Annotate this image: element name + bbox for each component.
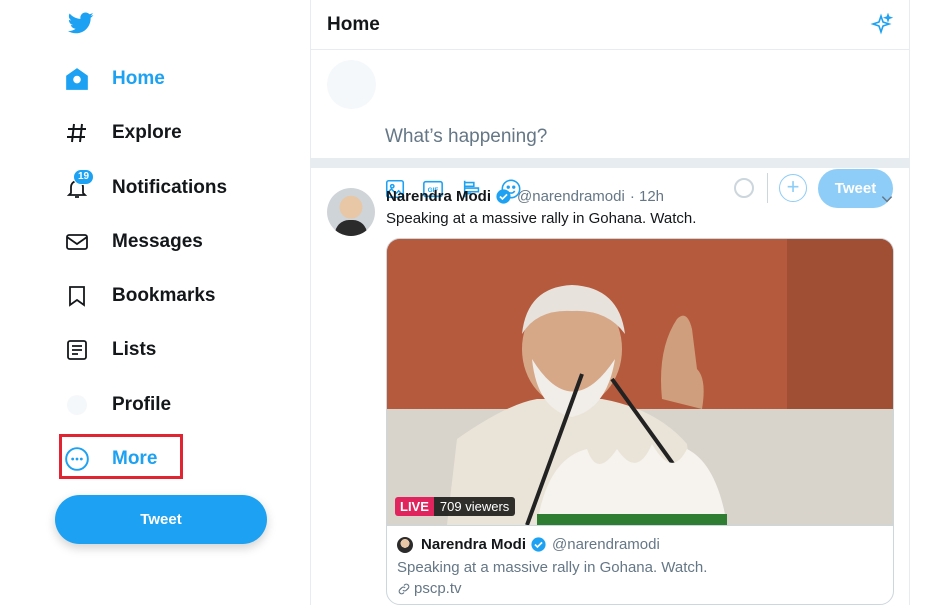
list-icon — [60, 333, 94, 367]
nav-bookmarks-label: Bookmarks — [112, 285, 216, 306]
card-link[interactable]: pscp.tv — [397, 580, 885, 597]
highlight-box — [59, 434, 183, 479]
chevron-down-icon[interactable] — [880, 192, 894, 206]
media-card[interactable]: LIVE 709 viewers Narendra Modi @narendra… — [386, 238, 894, 605]
link-icon — [398, 583, 410, 594]
nav-bookmarks[interactable]: Bookmarks — [60, 276, 216, 316]
bell-icon: 19 — [60, 169, 95, 205]
tweet-time[interactable]: · 12h — [630, 188, 664, 205]
card-author-handle: @narendramodi — [552, 536, 660, 553]
nav-explore[interactable]: Explore — [60, 113, 182, 153]
envelope-icon — [60, 225, 94, 259]
twitter-logo-icon[interactable] — [66, 10, 96, 36]
live-video[interactable]: LIVE 709 viewers — [387, 239, 893, 525]
notifications-badge: 19 — [73, 169, 95, 185]
nav-lists-label: Lists — [112, 339, 157, 360]
home-icon — [60, 62, 94, 96]
viewers-count: 709 viewers — [433, 497, 516, 516]
verified-badge-icon — [531, 537, 546, 552]
sidebar-tweet-button[interactable]: Tweet — [55, 495, 267, 544]
nav-profile[interactable]: Profile — [60, 385, 171, 425]
tweet-composer: What’s happening? GIF + Tweet — [311, 50, 909, 208]
nav-lists[interactable]: Lists — [60, 330, 156, 370]
nav-notifications-label: Notifications — [112, 177, 228, 198]
verified-badge-icon — [496, 189, 511, 204]
nav-home[interactable]: Home — [60, 59, 165, 99]
nav-messages-label: Messages — [112, 231, 203, 252]
card-author-name: Narendra Modi — [421, 536, 527, 553]
main-column: Home What’s happening? GIF + Tweet Naren… — [310, 0, 910, 605]
tweet-author-name[interactable]: Narendra Modi — [386, 188, 491, 205]
card-link-text: pscp.tv — [414, 580, 462, 597]
card-author: Narendra Modi @narendramodi — [397, 536, 885, 553]
video-frame-image — [387, 239, 893, 525]
nav-explore-label: Explore — [112, 122, 182, 143]
nav-notifications[interactable]: 19 Notifications — [60, 168, 227, 208]
nav-profile-label: Profile — [112, 394, 172, 415]
live-indicator: LIVE 709 viewers — [395, 497, 516, 516]
live-label: LIVE — [395, 497, 434, 516]
tweet[interactable]: Narendra Modi @narendramodi · 12h Speaki… — [311, 178, 910, 605]
left-nav: Home Explore 19 Notifications Messages B… — [0, 0, 311, 605]
header: Home — [311, 0, 909, 50]
card-text: Speaking at a massive rally in Gohana. W… — [397, 559, 708, 576]
hashtag-icon — [60, 116, 94, 150]
avatar — [327, 60, 376, 109]
tweet-text: Speaking at a massive rally in Gohana. W… — [386, 210, 697, 227]
profile-avatar-icon — [60, 388, 94, 422]
card-info[interactable]: Narendra Modi @narendramodi Speaking at … — [387, 525, 893, 604]
tweet-header: Narendra Modi @narendramodi · 12h — [386, 188, 664, 205]
card-avatar — [397, 536, 413, 553]
nav-home-label: Home — [112, 68, 165, 89]
tweet-author-handle[interactable]: @narendramodi — [517, 188, 625, 205]
page-title: Home — [327, 13, 380, 35]
sparkle-icon[interactable] — [869, 12, 893, 37]
compose-input[interactable]: What’s happening? — [385, 126, 547, 148]
tweet-avatar[interactable] — [327, 188, 375, 236]
bookmark-icon — [60, 279, 94, 313]
nav-messages[interactable]: Messages — [60, 222, 203, 262]
